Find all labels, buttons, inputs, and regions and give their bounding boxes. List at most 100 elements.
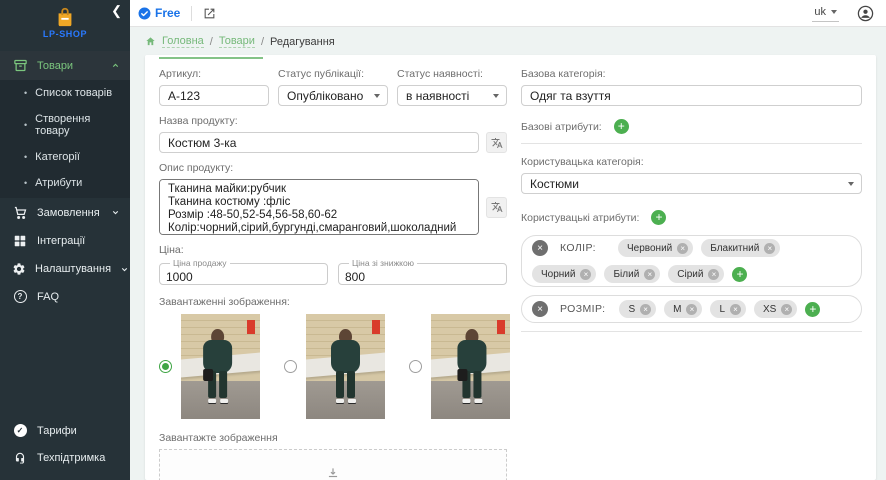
publish-status-select[interactable]: Опубліковано	[278, 85, 388, 106]
discount-price-legend: Ціна зі знижкою	[349, 258, 417, 268]
person-legs	[328, 371, 364, 398]
photo-person-figure	[454, 329, 490, 411]
attribute-value-chip[interactable]: M	[664, 300, 702, 318]
sale-price-field: Ціна продажу	[159, 258, 328, 285]
support-headset-icon	[12, 451, 28, 465]
attribute-value-chip[interactable]: Білий	[604, 265, 660, 283]
tariffs-check-icon: ✓	[12, 424, 28, 437]
person-handbag	[203, 369, 213, 381]
chip-label: Червоний	[627, 243, 672, 254]
base-category-input[interactable]	[521, 85, 862, 106]
add-user-attribute-button[interactable]	[651, 210, 666, 225]
plan-badge[interactable]: Free	[138, 6, 180, 20]
add-attribute-value-button[interactable]	[805, 302, 820, 317]
sidebar-subitem-label: Атрибути	[35, 177, 82, 189]
breadcrumb-separator: /	[261, 36, 264, 48]
image-select-radio[interactable]	[159, 360, 172, 373]
person-torso	[331, 340, 360, 373]
sidebar-item-label: FAQ	[37, 291, 59, 303]
chip-remove-icon[interactable]	[781, 304, 792, 315]
sidebar-item-label: Інтеграції	[37, 235, 85, 247]
language-selector[interactable]: uk	[812, 4, 839, 22]
description-textarea[interactable]: Тканина майки:рубчик Тканина костюму :фл…	[159, 179, 479, 235]
sidebar-item-create-product[interactable]: Створення товару	[0, 106, 130, 144]
sku-input[interactable]	[159, 85, 269, 106]
user-attributes-label: Користувацькі атрибути:	[521, 212, 639, 224]
chip-remove-icon[interactable]	[708, 269, 719, 280]
sidebar-item-faq[interactable]: ? FAQ	[0, 283, 130, 310]
sidebar-item-attributes[interactable]: Атрибути	[0, 170, 130, 196]
stock-status-label: Статус наявності:	[397, 68, 507, 80]
chip-remove-icon[interactable]	[644, 269, 655, 280]
language-value: uk	[814, 6, 826, 18]
stock-status-field-group: Статус наявності: в наявності	[397, 59, 507, 106]
person-handbag	[457, 369, 467, 381]
sale-price-input[interactable]	[166, 270, 321, 284]
form-right-column: Базова категорія: Базові атрибути: Корис…	[521, 59, 862, 480]
open-in-new-icon[interactable]	[203, 7, 216, 20]
attribute-value-chip[interactable]: Блакитний	[701, 239, 780, 257]
sku-field-group: Артикул:	[159, 59, 269, 106]
product-photo[interactable]	[306, 314, 385, 419]
discount-price-input[interactable]	[345, 270, 500, 284]
sidebar-item-support[interactable]: Техпідтримка	[0, 444, 130, 472]
sidebar-item-products[interactable]: Товари	[0, 51, 130, 80]
uploaded-image-item	[159, 314, 260, 419]
attribute-value-chip[interactable]: Сірий	[668, 265, 724, 283]
chip-remove-icon[interactable]	[677, 243, 688, 254]
sidebar-item-label: Тарифи	[37, 425, 77, 437]
product-name-input[interactable]	[159, 132, 479, 153]
attribute-remove-button[interactable]	[532, 240, 548, 256]
person-shoes	[454, 399, 490, 403]
chip-remove-icon[interactable]	[580, 269, 591, 280]
chip-label: Сірий	[677, 269, 703, 280]
breadcrumb-products-link[interactable]: Товари	[219, 35, 255, 48]
translate-name-button[interactable]	[486, 132, 507, 153]
home-icon[interactable]	[145, 36, 156, 47]
translate-description-button[interactable]	[486, 197, 507, 218]
plan-badge-label: Free	[155, 6, 180, 20]
sidebar-item-orders[interactable]: Замовлення	[0, 198, 130, 227]
attribute-remove-button[interactable]	[532, 301, 548, 317]
sidebar-item-settings[interactable]: Налаштування	[0, 255, 130, 283]
add-attribute-value-button[interactable]	[732, 267, 747, 282]
image-select-radio[interactable]	[284, 360, 297, 373]
image-select-radio[interactable]	[409, 360, 422, 373]
user-category-value: Костюми	[530, 177, 579, 191]
attribute-value-chip[interactable]: Червоний	[618, 239, 693, 257]
photo-red-sign	[372, 320, 381, 334]
content-area: Головна / Товари / Редагування Артикул:	[130, 27, 886, 480]
image-upload-dropzone[interactable]	[159, 449, 507, 480]
sidebar-item-integrations[interactable]: Інтеграції	[0, 227, 130, 255]
attribute-value-chip[interactable]: S	[619, 300, 656, 318]
chip-remove-icon[interactable]	[640, 304, 651, 315]
sidebar-submenu-products: Список товарів Створення товару Категорі…	[0, 80, 130, 198]
attribute-value-chip[interactable]: XS	[754, 300, 797, 318]
sidebar-item-label: Налаштування	[35, 263, 111, 275]
account-avatar-icon[interactable]	[857, 5, 874, 22]
person-shoes	[328, 399, 364, 403]
user-category-select[interactable]: Костюми	[521, 173, 862, 194]
chip-label: Блакитний	[710, 243, 759, 254]
product-photo[interactable]	[431, 314, 510, 419]
sidebar-item-tariffs[interactable]: ✓ Тарифи	[0, 417, 130, 444]
stock-status-select[interactable]: в наявності	[397, 85, 507, 106]
sidebar-item-label: Замовлення	[37, 207, 100, 219]
chip-remove-icon[interactable]	[730, 304, 741, 315]
sidebar-item-categories[interactable]: Категорії	[0, 144, 130, 170]
product-photo[interactable]	[181, 314, 260, 419]
faq-icon: ?	[12, 290, 28, 303]
main-area: Free uk Головна / Товари / Редагування	[130, 0, 886, 480]
sidebar-collapse-icon[interactable]: ❮	[111, 4, 122, 17]
topbar-divider	[191, 6, 192, 21]
attribute-value-chip[interactable]: L	[710, 300, 746, 318]
sidebar-item-product-list[interactable]: Список товарів	[0, 80, 130, 106]
chip-label: Чорний	[541, 269, 575, 280]
photo-person-figure	[328, 329, 364, 411]
attribute-value-chip[interactable]: Чорний	[532, 265, 596, 283]
chip-remove-icon[interactable]	[686, 304, 697, 315]
breadcrumb-home-link[interactable]: Головна	[162, 35, 204, 48]
chevron-down-icon	[374, 94, 380, 98]
chip-remove-icon[interactable]	[764, 243, 775, 254]
add-base-attribute-button[interactable]	[614, 119, 629, 134]
